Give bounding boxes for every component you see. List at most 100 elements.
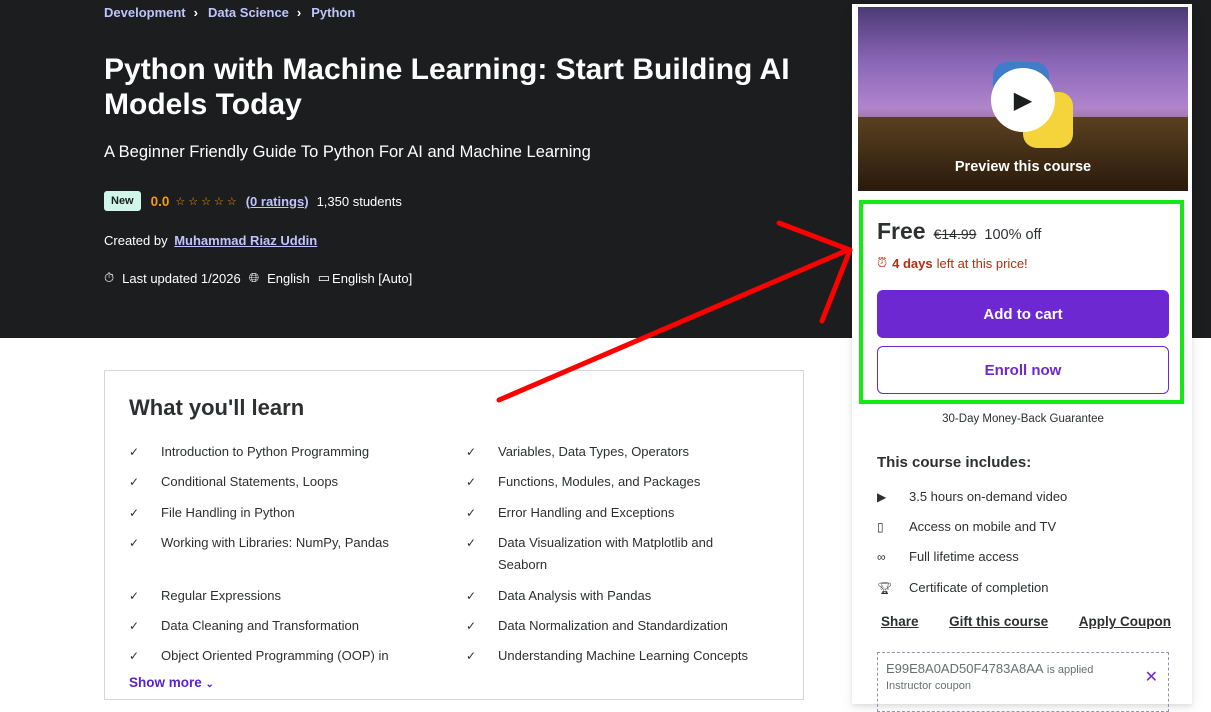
learn-item: ✓ Object Oriented Programming (OOP) in [129,645,439,667]
include-item-text: Certificate of completion [909,580,1049,595]
learn-item-text: Working with Libraries: NumPy, Pandas [161,535,389,550]
learn-item: ✓ Working with Libraries: NumPy, Pandas [129,532,439,554]
course-title: Python with Machine Learning: Start Buil… [104,53,790,121]
close-icon[interactable]: ✕ [1145,667,1158,687]
last-updated-text: Last updated 1/2026 [122,270,241,286]
last-updated: ⏱ Last updated 1/2026 [104,270,241,286]
learn-item: ✓ Conditional Statements, Loops [129,471,439,493]
course-preview[interactable]: ▶ Preview this course [858,7,1188,191]
mobile-icon: ▯ [877,519,884,534]
learn-item-text: File Handling in Python [161,505,295,520]
gift-course-link[interactable]: Gift this course [949,614,1048,629]
created-by: Created by Muhammad Riaz Uddin [104,233,317,248]
purchase-sidebar: ▶ Preview this course Free €14.99 100% o… [852,4,1192,712]
learn-item-text: Conditional Statements, Loops [161,474,339,489]
learn-item-text: Data Analysis with Pandas [498,588,652,603]
learn-item: ✓ Data Normalization and Standardization [466,615,776,637]
globe-icon: 🌐︎ [248,270,260,285]
learn-item-text: Regular Expressions [161,588,281,603]
breadcrumb-development[interactable]: Development [104,5,186,20]
students-count: 1,350 students [316,193,402,209]
learn-item: ✓ Error Handling and Exceptions [466,502,776,524]
learn-item-text: Data Cleaning and Transformation [161,618,360,633]
created-by-label: Created by [104,233,168,248]
learn-item: ✓ Understanding Machine Learning Concepts [466,645,776,667]
highlight-box [859,200,1184,404]
check-icon: ✓ [466,506,477,520]
coupon-note: Instructor coupon [886,680,971,692]
learn-item-text: Object Oriented Programming (OOP) in [161,648,389,663]
alert-clock-icon: ⏱ [104,270,115,285]
check-icon: ✓ [466,589,477,603]
learn-item: ✓ Data Visualization with Matplotlib and … [466,532,746,576]
learn-item: ✓ Data Cleaning and Transformation [129,615,439,637]
share-link[interactable]: Share [881,614,919,629]
ratings-link[interactable]: (0 ratings) [246,194,309,209]
learn-item-text: Variables, Data Types, Operators [498,444,690,459]
chevron-down-icon: ⌄ [205,679,214,690]
include-item: 🏆︎ Certificate of completion [877,580,1048,595]
include-item-text: Access on mobile and TV [909,519,1057,534]
preview-label: Preview this course [954,159,1092,175]
language: 🌐︎ English [249,270,310,286]
learn-item-text: Understanding Machine Learning Concepts [498,648,749,663]
new-badge: New [104,191,141,211]
check-icon: ✓ [129,619,140,633]
learn-item-text: Introduction to Python Programming [161,444,370,459]
chevron-right-icon: › [296,5,302,20]
captions-icon: ▭ [317,270,331,285]
include-item: ∞ Full lifetime access [877,549,1019,564]
language-text: English [267,270,310,286]
learn-item-text: Error Handling and Exceptions [498,505,675,520]
includes-title: This course includes: [877,454,1032,471]
check-icon: ✓ [129,506,140,520]
infinity-icon: ∞ [877,549,886,564]
learn-item: ✓ Introduction to Python Programming [129,441,439,463]
include-item-text: Full lifetime access [909,549,1019,564]
include-item: ▯ Access on mobile and TV [877,519,1056,534]
check-icon: ✓ [466,649,477,663]
rating-row: New 0.0 ☆☆☆☆☆ (0 ratings) 1,350 students [104,191,402,211]
author-link[interactable]: Muhammad Riaz Uddin [174,233,317,248]
learn-title: What you'll learn [129,395,305,420]
breadcrumb-data-science[interactable]: Data Science [208,5,289,20]
coupon-applied-text: is applied [1046,664,1094,676]
rating-value: 0.0 [150,193,170,209]
check-icon: ✓ [129,475,140,489]
breadcrumb: Development › Data Science › Python [104,5,355,20]
check-icon: ✓ [129,589,140,603]
check-icon: ✓ [129,445,140,459]
captions: ▭ English [Auto] [318,270,413,286]
course-subtitle: A Beginner Friendly Guide To Python For … [104,143,591,161]
check-icon: ✓ [129,536,140,550]
sidebar-links: Share Gift this course Apply Coupon [881,614,1171,629]
video-icon: ▶︎ [877,489,887,504]
learn-item: ✓ Functions, Modules, and Packages [466,471,776,493]
trophy-icon: 🏆︎ [877,580,893,595]
check-icon: ✓ [129,649,140,663]
check-icon: ✓ [466,536,477,550]
learn-item-text: Data Visualization with Matplotlib and S… [498,535,714,572]
learn-item: ✓ Data Analysis with Pandas [466,585,776,607]
learn-item: ✓ File Handling in Python [129,502,439,524]
coupon-code: E99E8A0AD50F4783A8AA [886,661,1044,676]
what-you-learn-box: What you'll learn ✓ Introduction to Pytho… [104,370,804,700]
include-item-text: 3.5 hours on-demand video [909,489,1068,504]
learn-item-text: Data Normalization and Standardization [498,618,728,633]
apply-coupon-link[interactable]: Apply Coupon [1079,614,1171,629]
course-meta: ⏱ Last updated 1/2026 🌐︎ English ▭ Engli… [104,270,420,286]
include-item: ▶︎ 3.5 hours on-demand video [877,489,1067,504]
check-icon: ✓ [466,475,477,489]
applied-coupon: E99E8A0AD50F4783A8AA is applied Instruct… [877,652,1169,712]
check-icon: ✓ [466,445,477,459]
learn-item: ✓ Variables, Data Types, Operators [466,441,776,463]
chevron-right-icon: › [193,5,198,20]
learn-item: ✓ Regular Expressions [129,585,439,607]
breadcrumb-python[interactable]: Python [311,5,355,20]
money-back-guarantee: 30-Day Money-Back Guarantee [942,413,1104,425]
check-icon: ✓ [466,619,477,633]
play-icon[interactable]: ▶ [991,68,1055,132]
rating-stars-icon: ☆☆☆☆☆ [175,195,240,208]
learn-item-text: Functions, Modules, and Packages [498,474,701,489]
captions-text: English [Auto] [332,270,413,286]
